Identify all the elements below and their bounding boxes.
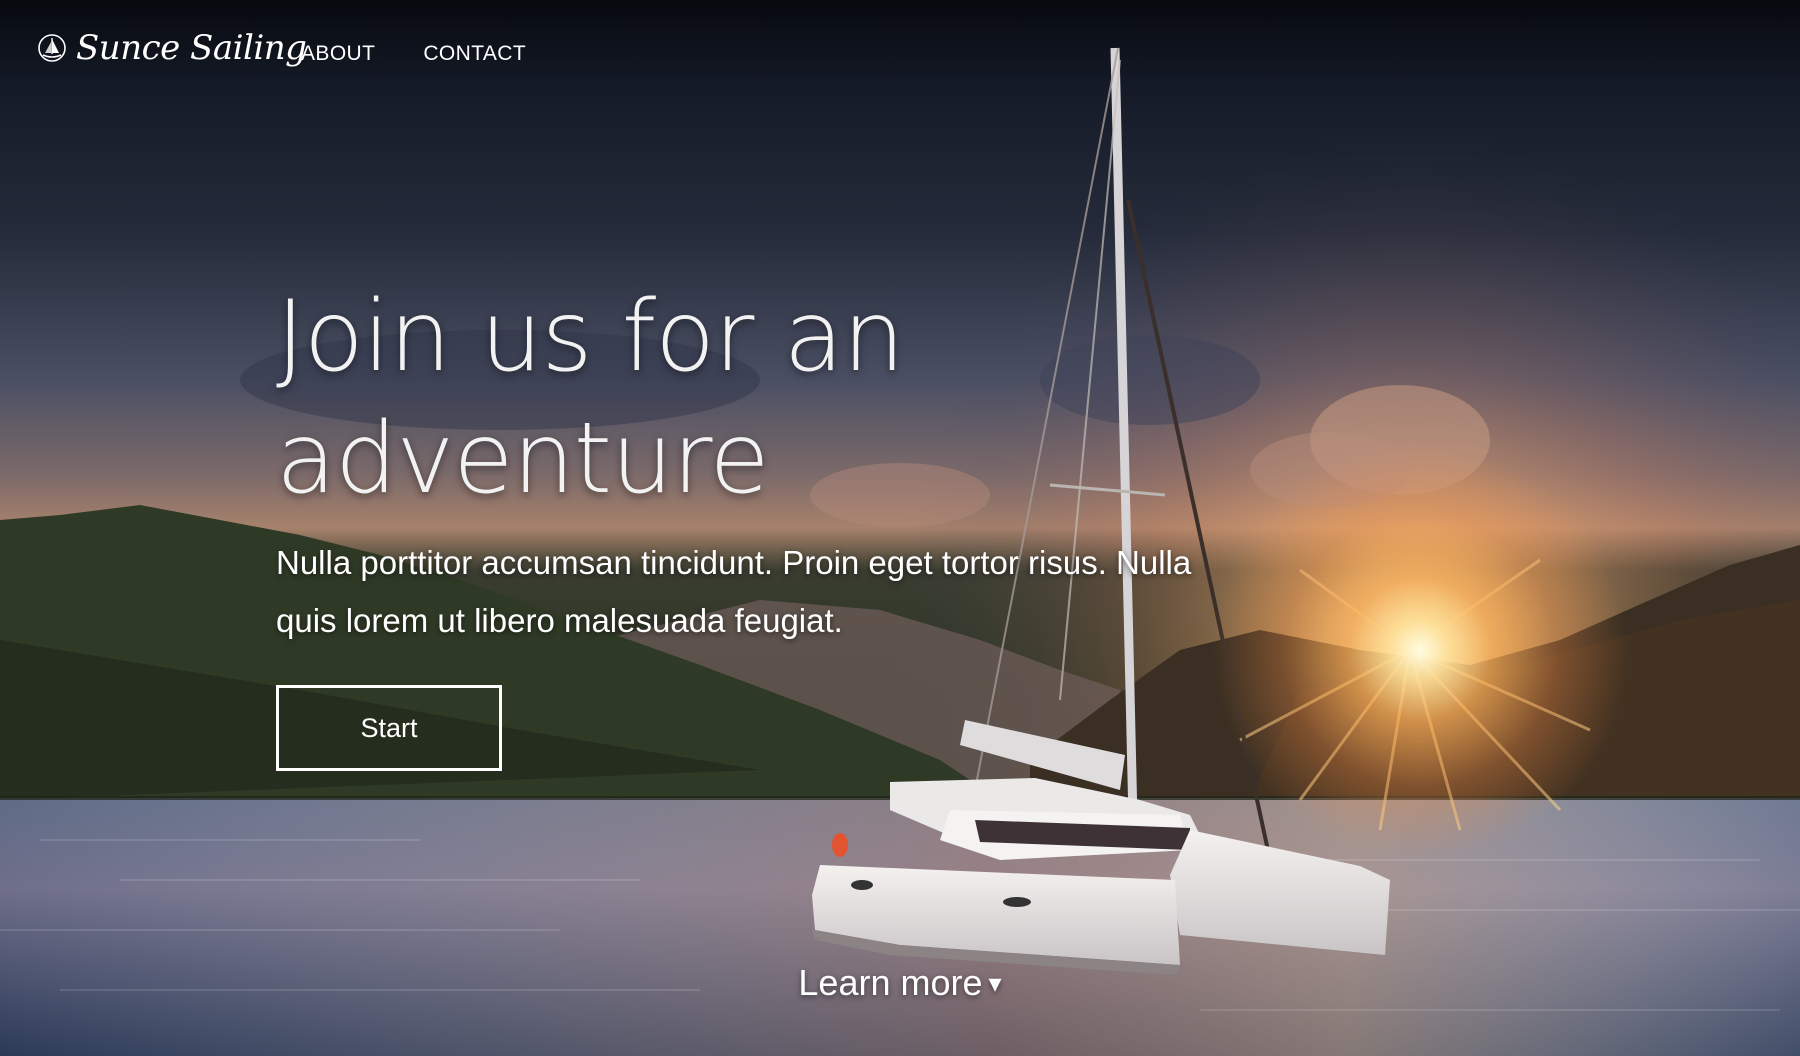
hero-content: Join us for an adventure Nulla porttitor… [276, 276, 1326, 771]
subtext-line-2: quis lorem ut libero malesuada feugiat. [276, 602, 843, 639]
main-nav: ABOUT CONTACT [301, 42, 526, 66]
nav-item-contact[interactable]: CONTACT [423, 42, 526, 66]
nav-item-about[interactable]: ABOUT [301, 42, 375, 66]
learn-more-label: Learn more [798, 962, 983, 1003]
caret-down-icon: ▾ [988, 968, 1002, 998]
subtext-line-1: Nulla porttitor accumsan tincidunt. Proi… [276, 544, 1192, 581]
brand-logo[interactable]: Sunce Sailing [36, 28, 307, 68]
start-button[interactable]: Start [276, 685, 502, 771]
headline-line-2: adventure [276, 402, 770, 516]
hero-headline: Join us for an adventure [276, 276, 1326, 520]
hero-section: Sunce Sailing ABOUT CONTACT Join us for … [0, 0, 1800, 1056]
sailboat-logo-icon [38, 34, 66, 62]
hero-subtext: Nulla porttitor accumsan tincidunt. Proi… [276, 534, 1326, 650]
top-navigation-bar: Sunce Sailing ABOUT CONTACT [0, 0, 1800, 110]
headline-line-1: Join us for an [276, 280, 905, 394]
brand-name: Sunce Sailing [76, 28, 307, 68]
learn-more-link[interactable]: Learn more ▾ [0, 962, 1800, 1004]
